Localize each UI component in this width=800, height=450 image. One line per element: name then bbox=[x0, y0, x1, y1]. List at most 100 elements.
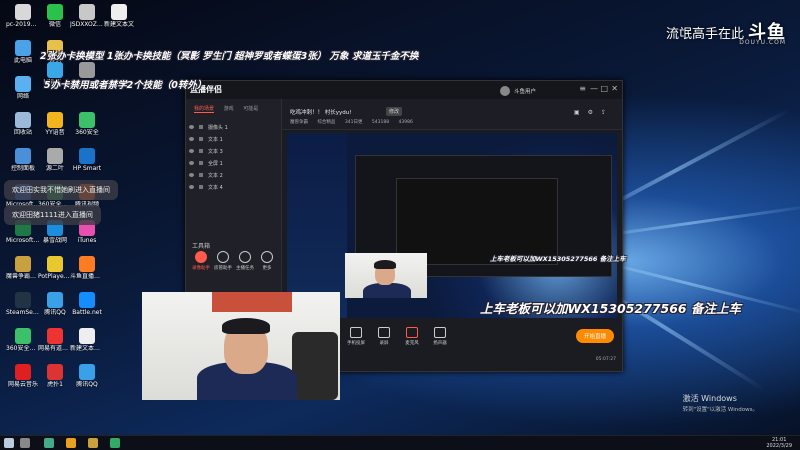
taskbar-app-icon[interactable] bbox=[88, 438, 98, 448]
maximize-icon[interactable]: □ bbox=[600, 84, 608, 93]
tool-label: 录像助手 bbox=[192, 266, 210, 271]
lock-icon[interactable] bbox=[199, 173, 203, 177]
user-name[interactable]: 斗鱼用户 bbox=[514, 87, 536, 95]
source-item[interactable]: 全屏 1 bbox=[186, 159, 281, 171]
tool-label: 更多 bbox=[262, 266, 272, 271]
lock-icon[interactable] bbox=[199, 185, 203, 189]
taskbar-app-icon[interactable] bbox=[44, 438, 54, 448]
desktop-icon[interactable]: 网络 bbox=[6, 76, 40, 100]
phone-icon bbox=[350, 327, 362, 338]
desktop-icon[interactable]: 网易云音乐 bbox=[6, 364, 40, 388]
desktop-icon[interactable]: 回收站 bbox=[6, 112, 40, 136]
header-action-icons[interactable]: ▣⚙⇪ bbox=[574, 109, 614, 116]
desktop-icon[interactable]: SteamSetup bbox=[6, 292, 40, 316]
record-screen-button[interactable]: 录屏 bbox=[372, 327, 396, 346]
tool-tasks[interactable]: 主播任务 bbox=[234, 251, 256, 271]
desktop-icon-label: pc-20190... bbox=[6, 21, 40, 28]
desktop-icon[interactable]: 腾讯QQ bbox=[70, 364, 104, 388]
room-hot: 43986 bbox=[398, 120, 413, 125]
desktop-icon[interactable]: 魔兽争霸官方对战平台 bbox=[6, 256, 40, 280]
desktop-icon[interactable]: 360安全 bbox=[70, 112, 104, 136]
person-hair bbox=[374, 260, 396, 269]
room-subcategory: 综合精品 bbox=[317, 120, 336, 125]
tool-room-manager[interactable]: 房管助手 bbox=[212, 251, 234, 271]
button-label: 麦克风 bbox=[405, 341, 419, 346]
menu-icon[interactable]: ≡ bbox=[579, 84, 586, 93]
tab-maybe[interactable]: 可能是 bbox=[243, 105, 258, 112]
desktop-icon[interactable]: HP Smart bbox=[70, 148, 104, 172]
visibility-eye-icon[interactable] bbox=[189, 149, 194, 153]
minimize-icon[interactable]: — bbox=[590, 84, 598, 93]
app-icon bbox=[15, 4, 31, 20]
taskbar-app-icon[interactable] bbox=[110, 438, 120, 448]
visibility-eye-icon[interactable] bbox=[189, 125, 194, 129]
tab-my-scene[interactable]: 我的场景 bbox=[194, 105, 215, 113]
source-label: 全屏 1 bbox=[208, 161, 223, 167]
app-icon bbox=[47, 292, 63, 308]
desktop-icon-label: 网络 bbox=[16, 93, 29, 100]
desktop-icon[interactable]: 此电脑 bbox=[6, 40, 40, 64]
app-icon bbox=[79, 4, 95, 20]
source-item[interactable]: 文本 3 bbox=[186, 147, 281, 159]
desktop-icon[interactable]: 新建文本文档(2) bbox=[70, 328, 104, 352]
desktop-icon-label: 腾讯QQ bbox=[44, 309, 66, 316]
desktop-icon[interactable]: 腾讯QQ bbox=[38, 292, 72, 316]
phone-cast-button[interactable]: 手机投屏 bbox=[344, 327, 368, 346]
source-label: 摄像头 1 bbox=[208, 125, 228, 131]
desktop-icon[interactable]: YY语音 bbox=[38, 112, 72, 136]
desktop-icon[interactable]: 网易有道词典 bbox=[38, 328, 72, 352]
visibility-eye-icon[interactable] bbox=[189, 173, 194, 177]
desktop-icon[interactable]: PotPlayer 64 bit bbox=[38, 256, 72, 280]
lock-icon[interactable] bbox=[199, 149, 203, 153]
go-live-button[interactable]: 开始直播 bbox=[575, 329, 614, 343]
search-icon[interactable] bbox=[20, 438, 30, 448]
visibility-eye-icon[interactable] bbox=[189, 185, 194, 189]
app-icon bbox=[47, 61, 63, 78]
taskbar-clock[interactable]: 21:01 2022/3/29 bbox=[766, 437, 792, 449]
desktop-icon[interactable]: 360安全卫士 bbox=[6, 328, 40, 352]
desktop-icon[interactable]: 新建文本文 bbox=[102, 4, 136, 28]
desktop-icon[interactable]: pc-20190... bbox=[6, 4, 40, 28]
desktop-icon[interactable]: Battle.net bbox=[70, 292, 104, 316]
source-item[interactable]: 文本 2 bbox=[186, 171, 281, 183]
tool-record[interactable]: 录像助手 bbox=[190, 251, 212, 271]
app-icon bbox=[47, 148, 63, 164]
app-icon bbox=[47, 112, 63, 128]
app-icon bbox=[79, 364, 95, 380]
lock-icon[interactable] bbox=[199, 137, 203, 141]
visibility-eye-icon[interactable] bbox=[189, 161, 194, 165]
desktop-icon[interactable]: 斗鱼直播伴侣7.0 bbox=[70, 256, 104, 280]
desktop-icon[interactable]: 微信 bbox=[38, 4, 72, 28]
app-titlebar[interactable]: 直播伴侣 斗鱼用户 ≡ — □ ✕ bbox=[186, 81, 622, 99]
desktop-icon[interactable]: 虎扑1 bbox=[38, 364, 72, 388]
room-title[interactable]: 吃鸡冲刺！！ 村长yydu! bbox=[290, 108, 351, 116]
chat-message: 欢迎田猪1111进入直播间 bbox=[4, 205, 101, 225]
clock-date: 2022/3/29 bbox=[766, 443, 792, 449]
close-icon[interactable]: ✕ bbox=[611, 84, 618, 93]
desktop-icon[interactable]: 源二叶 bbox=[38, 148, 72, 172]
source-item[interactable]: 摄像头 1 bbox=[186, 123, 281, 135]
user-avatar[interactable] bbox=[500, 86, 510, 96]
app-icon bbox=[79, 256, 95, 272]
microphone-button[interactable]: 麦克风 bbox=[400, 327, 424, 346]
visibility-eye-icon[interactable] bbox=[189, 137, 194, 141]
taskbar-app-icon[interactable] bbox=[66, 438, 76, 448]
source-item[interactable]: 文本 1 bbox=[186, 135, 281, 147]
tab-game[interactable]: 游戏 bbox=[224, 105, 234, 112]
lock-icon[interactable] bbox=[199, 125, 203, 129]
source-label: 文本 3 bbox=[208, 149, 223, 155]
start-icon[interactable] bbox=[4, 438, 14, 448]
desktop-icon[interactable]: JSDXXOZS... bbox=[70, 4, 104, 28]
desktop-icon[interactable]: 控制面板 bbox=[6, 148, 40, 172]
app-icon bbox=[47, 364, 63, 380]
source-label: 文本 2 bbox=[208, 173, 223, 179]
edit-title-button[interactable]: 修改 bbox=[386, 107, 403, 116]
tool-more[interactable]: 更多 bbox=[256, 251, 278, 271]
speaker-button[interactable]: 扬声器 bbox=[428, 327, 452, 346]
user-icon bbox=[217, 251, 229, 263]
source-item[interactable]: 文本 4 bbox=[186, 183, 281, 195]
task-icon bbox=[239, 251, 251, 263]
desktop-icon-label: JSDXXOZS... bbox=[70, 21, 104, 28]
lock-icon[interactable] bbox=[199, 161, 203, 165]
tool-label: 房管助手 bbox=[214, 266, 232, 271]
